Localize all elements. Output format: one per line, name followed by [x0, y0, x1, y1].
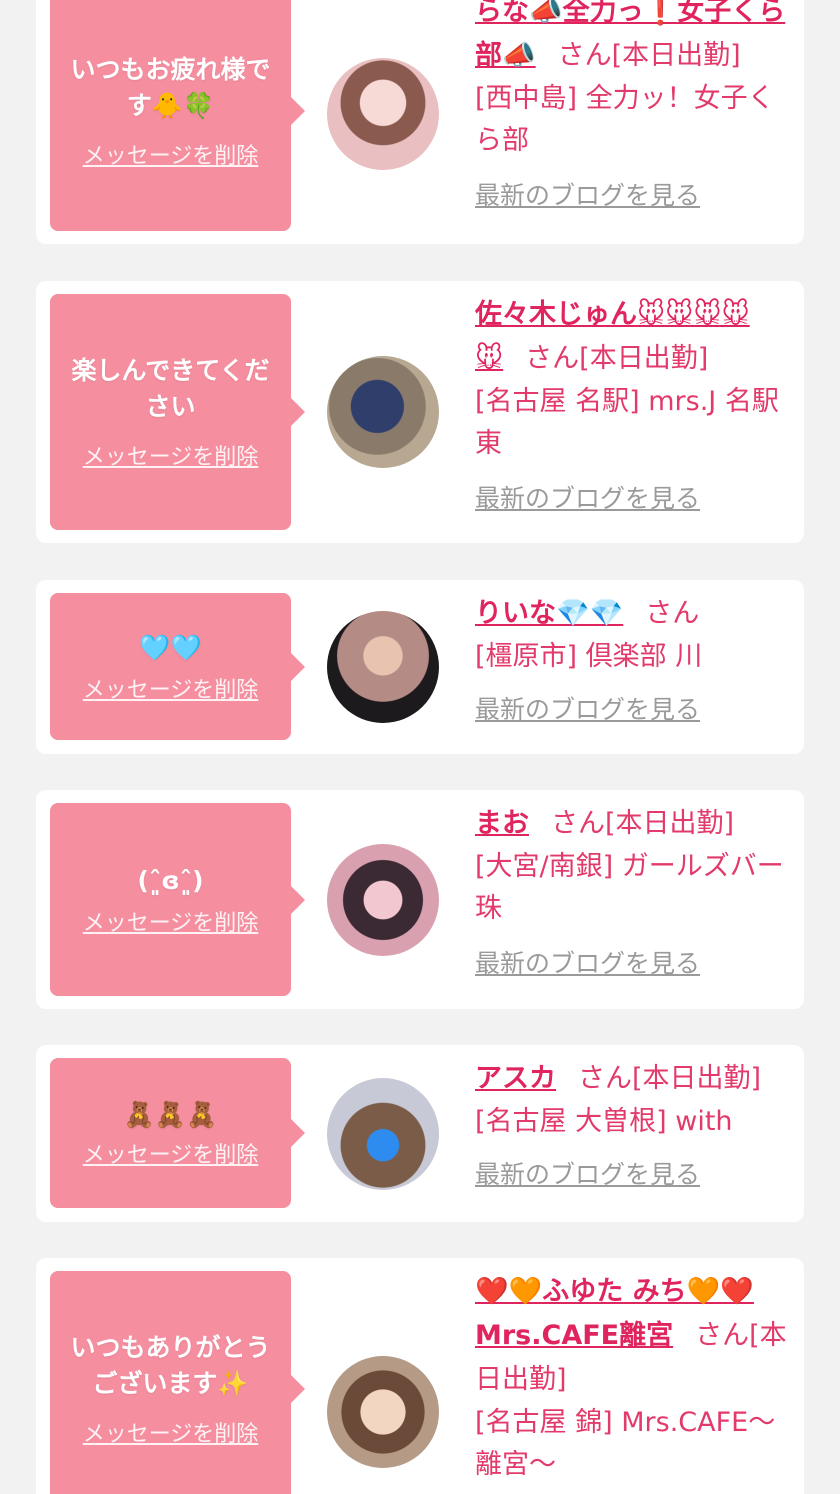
message-card: 🧸🧸🧸 メッセージを削除 アスカ さん[本日出勤] [名古屋 大曽根] with …: [36, 1045, 804, 1222]
avatar[interactable]: [327, 844, 439, 956]
message-bubble: いつもお疲れ様です🐥🍀 メッセージを削除: [50, 0, 305, 231]
message-text: いつもお疲れ様です🐥🍀: [70, 54, 271, 120]
shop-text: [大宮/南銀] ガールズバー 珠: [475, 851, 784, 924]
latest-blog-link[interactable]: 最新のブログを見る: [475, 176, 700, 212]
delete-message-link[interactable]: メッセージを削除: [83, 672, 259, 704]
avatar[interactable]: [327, 1078, 439, 1190]
message-card: 🩵🩵 メッセージを削除 りいな💎💎 さん [橿原市] 倶楽部 川 最新のブログを見…: [36, 580, 804, 754]
delete-message-link[interactable]: メッセージを削除: [83, 905, 259, 937]
avatar[interactable]: [327, 611, 439, 723]
delete-message-link[interactable]: メッセージを削除: [83, 138, 259, 170]
avatar[interactable]: [327, 1356, 439, 1468]
user-name-link[interactable]: りいな💎💎: [475, 598, 623, 629]
user-suffix: さん[本日出勤]: [525, 343, 709, 374]
shop-text: [名古屋 大曽根] with: [475, 1106, 733, 1137]
shop-text: [西中島] 全力ッ！女子くら部: [475, 83, 775, 156]
user-info: アスカ さん[本日出勤] [名古屋 大曽根] with 最新のブログを見る: [475, 1057, 795, 1191]
shop-text: [橿原市] 倶楽部 川: [475, 641, 703, 672]
message-text: 🧸🧸🧸: [123, 1100, 218, 1129]
message-card: いつもありがとうございます✨ メッセージを削除 ❤️🧡ふゆた みち🧡❤️Mrs.…: [36, 1258, 804, 1494]
latest-blog-link[interactable]: 最新のブログを見る: [475, 479, 700, 515]
message-bubble: 🧸🧸🧸 メッセージを削除: [50, 1058, 305, 1208]
latest-blog-link[interactable]: 最新のブログを見る: [475, 944, 700, 980]
message-list: いつもお疲れ様です🐥🍀 メッセージを削除 らな📣全力っ❗女子くら部📣 さん[本日出…: [0, 0, 840, 1494]
avatar[interactable]: [327, 356, 439, 468]
delete-message-link[interactable]: メッセージを削除: [83, 1137, 259, 1169]
message-bubble: いつもありがとうございます✨ メッセージを削除: [50, 1271, 305, 1494]
user-info: 佐々木じゅん🐭🐭🐭🐭🐭 さん[本日出勤] [名古屋 名駅] mrs.J 名駅東 最…: [475, 293, 795, 515]
message-card: いつもお疲れ様です🐥🍀 メッセージを削除 らな📣全力っ❗女子くら部📣 さん[本日出…: [36, 0, 804, 244]
message-text: 🩵🩵: [139, 632, 202, 662]
delete-message-link[interactable]: メッセージを削除: [83, 439, 259, 471]
shop-text: [名古屋 錦] Mrs.CAFE〜離宮〜: [475, 1407, 776, 1480]
user-info: まお さん[本日出勤] [大宮/南銀] ガールズバー 珠 最新のブログを見る: [475, 802, 795, 980]
message-text: いつもありがとうございます✨: [70, 1333, 271, 1398]
message-text: (ˆ͈ɞˆ͈): [137, 865, 204, 895]
user-name-link[interactable]: まお: [475, 808, 529, 839]
avatar[interactable]: [327, 58, 439, 170]
user-suffix: さん[本日出勤]: [578, 1063, 762, 1094]
message-text: 楽しんできてください: [71, 356, 270, 421]
message-card: (ˆ͈ɞˆ͈) メッセージを削除 まお さん[本日出勤] [大宮/南銀] ガールズ…: [36, 790, 804, 1009]
message-bubble: (ˆ͈ɞˆ͈) メッセージを削除: [50, 803, 305, 996]
message-card: 楽しんできてください メッセージを削除 佐々木じゅん🐭🐭🐭🐭🐭 さん[本日出勤] …: [36, 281, 804, 543]
user-suffix: さん: [645, 598, 700, 629]
shop-text: [名古屋 名駅] mrs.J 名駅東: [475, 386, 779, 459]
user-suffix: さん[本日出勤]: [557, 40, 741, 71]
user-info: ❤️🧡ふゆた みち🧡❤️Mrs.CAFE離宮 さん[本日出勤] [名古屋 錦] M…: [475, 1270, 795, 1486]
message-bubble: 🩵🩵 メッセージを削除: [50, 593, 305, 740]
delete-message-link[interactable]: メッセージを削除: [83, 1416, 259, 1448]
user-name-link[interactable]: アスカ: [475, 1063, 556, 1094]
user-suffix: さん[本日出勤]: [551, 808, 735, 839]
latest-blog-link[interactable]: 最新のブログを見る: [475, 690, 700, 726]
message-bubble: 楽しんできてください メッセージを削除: [50, 294, 305, 530]
user-info: りいな💎💎 さん [橿原市] 倶楽部 川 最新のブログを見る: [475, 592, 795, 726]
latest-blog-link[interactable]: 最新のブログを見る: [475, 1155, 700, 1191]
user-info: らな📣全力っ❗女子くら部📣 さん[本日出勤] [西中島] 全力ッ！女子くら部 最新…: [475, 0, 795, 212]
